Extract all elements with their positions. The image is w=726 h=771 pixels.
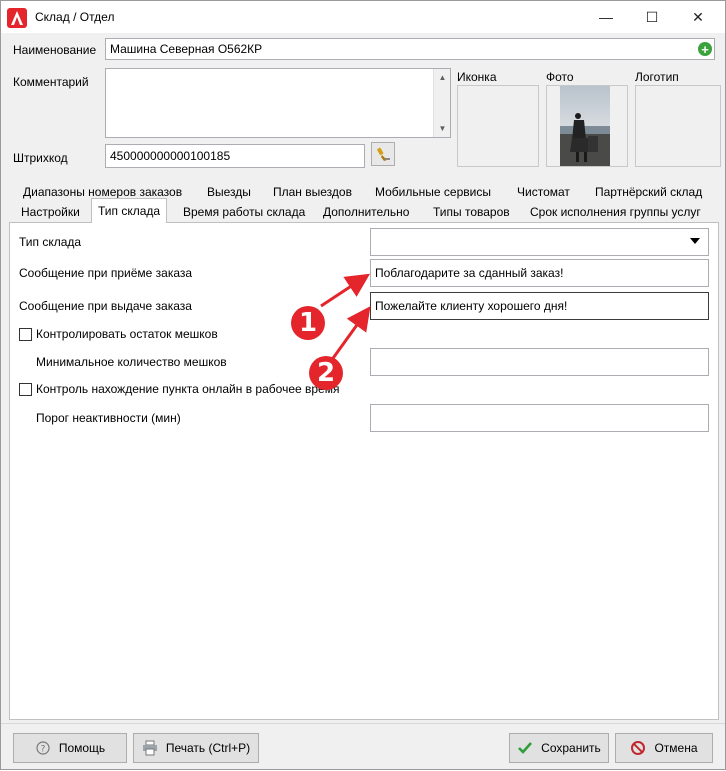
dialog-window: Склад / Отдел — ☐ ✕ Наименование Машина … [0, 0, 726, 770]
help-button[interactable]: ? Помощь [13, 733, 127, 763]
annotation-marker-1: 1 [291, 306, 325, 340]
annotation-arrow-1 [320, 273, 371, 308]
footer-separator [1, 723, 725, 724]
save-button[interactable]: Сохранить [509, 733, 609, 763]
annotation-layer [320, 273, 371, 362]
help-icon: ? [35, 740, 51, 756]
save-label: Сохранить [541, 741, 601, 755]
print-button[interactable]: Печать (Ctrl+P) [133, 733, 259, 763]
annotation-marker-2: 2 [309, 356, 343, 390]
cancel-icon [630, 740, 646, 756]
checkmark-icon [517, 740, 533, 756]
cancel-label: Отмена [654, 741, 698, 755]
help-label: Помощь [58, 741, 106, 755]
printer-icon [142, 740, 158, 756]
print-label: Печать (Ctrl+P) [165, 741, 251, 755]
annotation-arrow-2 [329, 306, 371, 362]
svg-text:?: ? [40, 745, 45, 755]
cancel-button[interactable]: Отмена [615, 733, 713, 763]
